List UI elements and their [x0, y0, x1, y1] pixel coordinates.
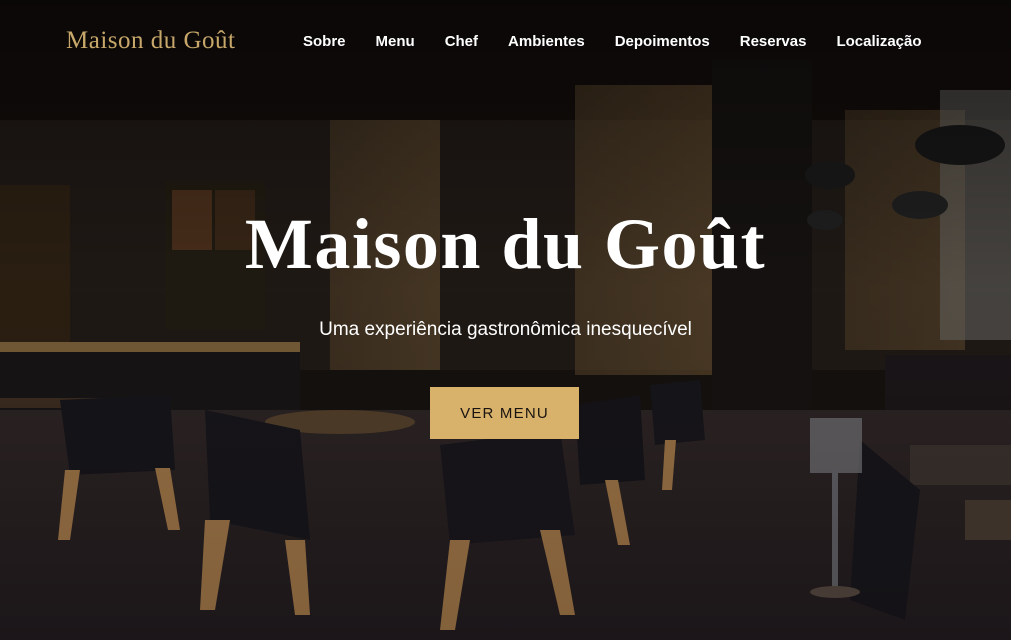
nav-link-menu[interactable]: Menu: [376, 33, 415, 50]
hero-section: Maison du Goût Sobre Menu Chef Ambientes…: [0, 0, 1011, 640]
nav-link-ambientes[interactable]: Ambientes: [508, 33, 585, 50]
nav-links: Sobre Menu Chef Ambientes Depoimentos Re…: [303, 33, 922, 50]
nav-link-reservas[interactable]: Reservas: [740, 33, 807, 50]
nav-link-sobre[interactable]: Sobre: [303, 33, 346, 50]
hero-subtitle: Uma experiência gastronômica inesquecíve…: [319, 319, 692, 340]
brand-logo[interactable]: Maison du Goût: [66, 27, 236, 55]
top-navigation: Maison du Goût Sobre Menu Chef Ambientes…: [0, 0, 1011, 84]
nav-link-localizacao[interactable]: Localização: [836, 33, 921, 50]
nav-link-chef[interactable]: Chef: [445, 33, 478, 50]
hero-title: Maison du Goût: [244, 204, 767, 284]
nav-link-depoimentos[interactable]: Depoimentos: [615, 33, 710, 50]
view-menu-button[interactable]: VER MENU: [430, 387, 579, 439]
